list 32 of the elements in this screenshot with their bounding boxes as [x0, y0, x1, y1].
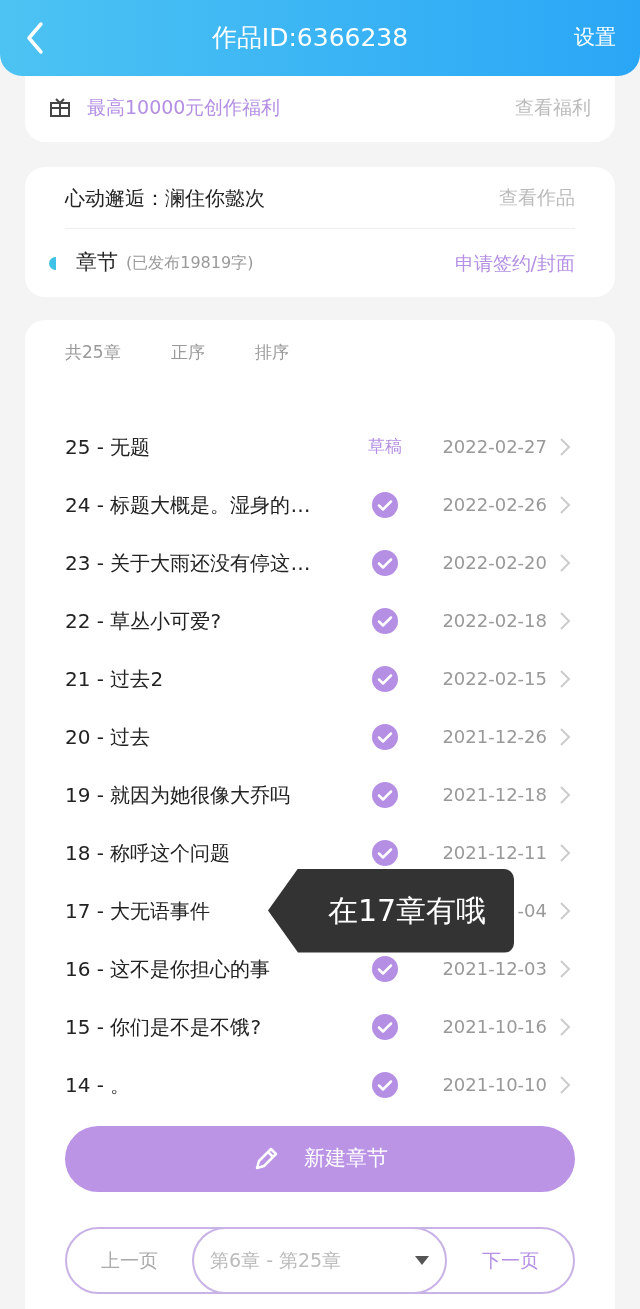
chapter-date: 2022-02-15 [442, 667, 547, 691]
chapter-date: -04 [517, 899, 547, 923]
chapter-title: 14 - 。 [65, 1072, 131, 1097]
chapter-title: 22 - 草丛小可爱? [65, 608, 221, 633]
section-title: 章节 [76, 249, 118, 277]
chapter-date: 2021-12-18 [442, 783, 547, 807]
chapter-date: 2021-10-10 [442, 1073, 547, 1097]
chapter-count: 共25章 [65, 341, 121, 364]
chapter-title: 23 - 关于大雨还没有停这… [65, 550, 311, 575]
chapter-title: 25 - 无题 [65, 434, 151, 459]
chapter-date: 2021-12-26 [442, 725, 547, 749]
draft-label: 草稿 [368, 434, 402, 458]
chapter-title: 19 - 就因为她很像大乔吗 [65, 782, 291, 807]
chapter-date: 2022-02-18 [442, 609, 547, 633]
benefit-text: 最高10000元创作福利 [87, 94, 282, 120]
chapter-title: 15 - 你们是不是不饿? [65, 1014, 261, 1039]
chapter-date: 2022-02-20 [442, 551, 547, 575]
page-title: 作品ID:6366238 [211, 22, 409, 55]
chapter-title: 17 - 大无语事件 [65, 898, 211, 923]
word-count: (已发布19819字) [126, 252, 255, 274]
chapter-date: 2021-12-03 [442, 957, 547, 981]
chapter-date: 2022-02-27 [442, 435, 547, 459]
chapter-title: 18 - 称呼这个问题 [65, 840, 231, 865]
chapter-title: 20 - 过去 [65, 724, 151, 749]
chapter-date: 2021-10-16 [442, 1015, 547, 1039]
chapter-date: 2022-02-26 [442, 493, 547, 517]
chapter-date: 2021-12-11 [442, 841, 547, 865]
tooltip-text: 在17章有哦 [327, 892, 487, 930]
chapter-title: 21 - 过去2 [65, 666, 164, 691]
chapter-title: 24 - 标题大概是。湿身的… [65, 492, 311, 517]
work-title: 心动邂逅：澜住你懿次 [65, 184, 266, 212]
chapter-title: 16 - 这不是你担心的事 [65, 956, 271, 981]
